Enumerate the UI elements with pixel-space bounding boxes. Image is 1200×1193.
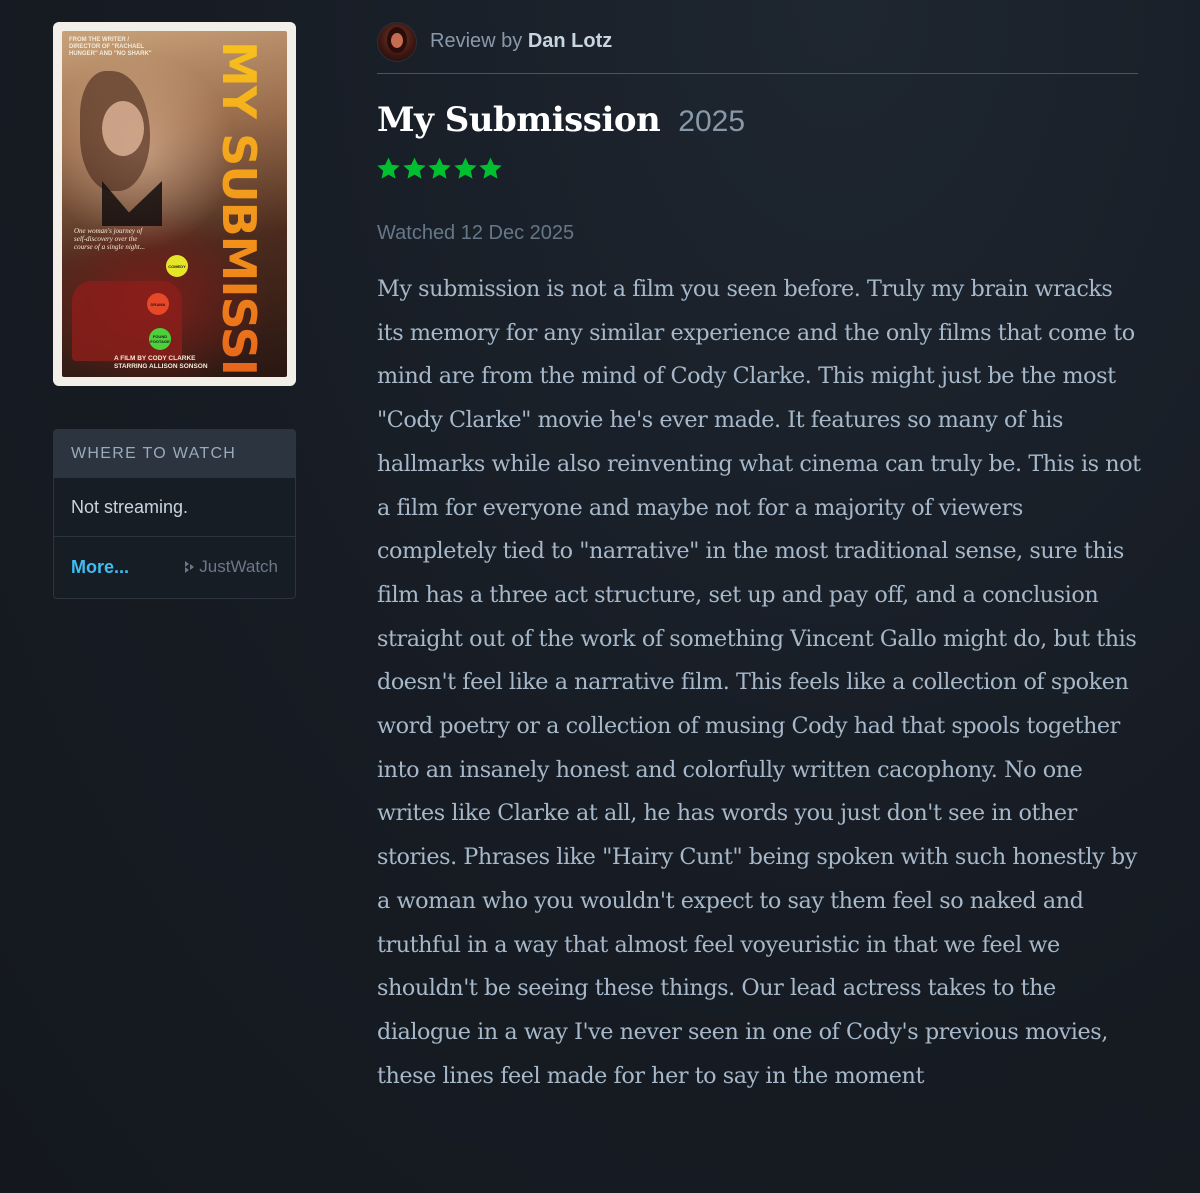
poster-starring-line: starring ALLISON SONSON [114, 363, 208, 370]
review-by-prefix: Review by [430, 30, 523, 52]
poster-figure-face [102, 101, 144, 156]
justwatch-link[interactable]: JustWatch [184, 557, 278, 577]
poster-badge-comedy: COMEDY [166, 255, 188, 277]
where-to-watch-footer: More... JustWatch [54, 537, 295, 597]
poster-director: a film by CODY CLARKE starring ALLISON S… [114, 355, 208, 371]
poster-billing-block [265, 39, 281, 369]
justwatch-label: JustWatch [199, 557, 278, 576]
avatar-face [391, 32, 403, 48]
star-icon [377, 157, 400, 179]
star-icon [428, 157, 451, 179]
where-to-watch-header: WHERE TO WATCH [54, 430, 295, 478]
poster-image: FROM THE WRITER / DIRECTOR OF "RACHAEL H… [62, 31, 287, 377]
star-icon [402, 157, 426, 179]
avatar[interactable] [377, 21, 417, 62]
review-header: Review by Dan Lotz [377, 21, 1138, 74]
review-byline: Review by Dan Lotz [430, 30, 612, 53]
poster-badge-found-footage: FOUND FOOTAGE [149, 328, 171, 350]
poster-tagline: One woman's journey of self-discovery ov… [74, 227, 145, 251]
justwatch-icon [185, 561, 195, 573]
poster-badge-drama: DRAMA [147, 293, 169, 315]
star-rating [376, 156, 504, 181]
poster-credit-top: FROM THE WRITER / DIRECTOR OF "RACHAEL H… [69, 37, 152, 57]
film-year-link[interactable]: 2025 [678, 105, 745, 139]
streaming-status: Not streaming. [54, 478, 295, 537]
film-heading: My Submission 2025 [377, 100, 745, 140]
poster-title: MY SUBMISSION [212, 41, 266, 377]
star-icon [479, 157, 502, 179]
review-text: My submission is not a film you seen bef… [377, 276, 1141, 1089]
more-link[interactable]: More... [71, 557, 129, 578]
film-poster[interactable]: FROM THE WRITER / DIRECTOR OF "RACHAEL H… [53, 22, 296, 386]
film-title-link[interactable]: My Submission [377, 100, 661, 140]
author-link[interactable]: Dan Lotz [528, 30, 612, 52]
poster-director-line: a film by CODY CLARKE [114, 355, 196, 362]
watched-date: Watched 12 Dec 2025 [377, 222, 575, 244]
star-icon [453, 157, 477, 179]
poster-figure-pants [72, 281, 182, 361]
where-to-watch-panel: WHERE TO WATCH Not streaming. More... Ju… [53, 429, 296, 599]
